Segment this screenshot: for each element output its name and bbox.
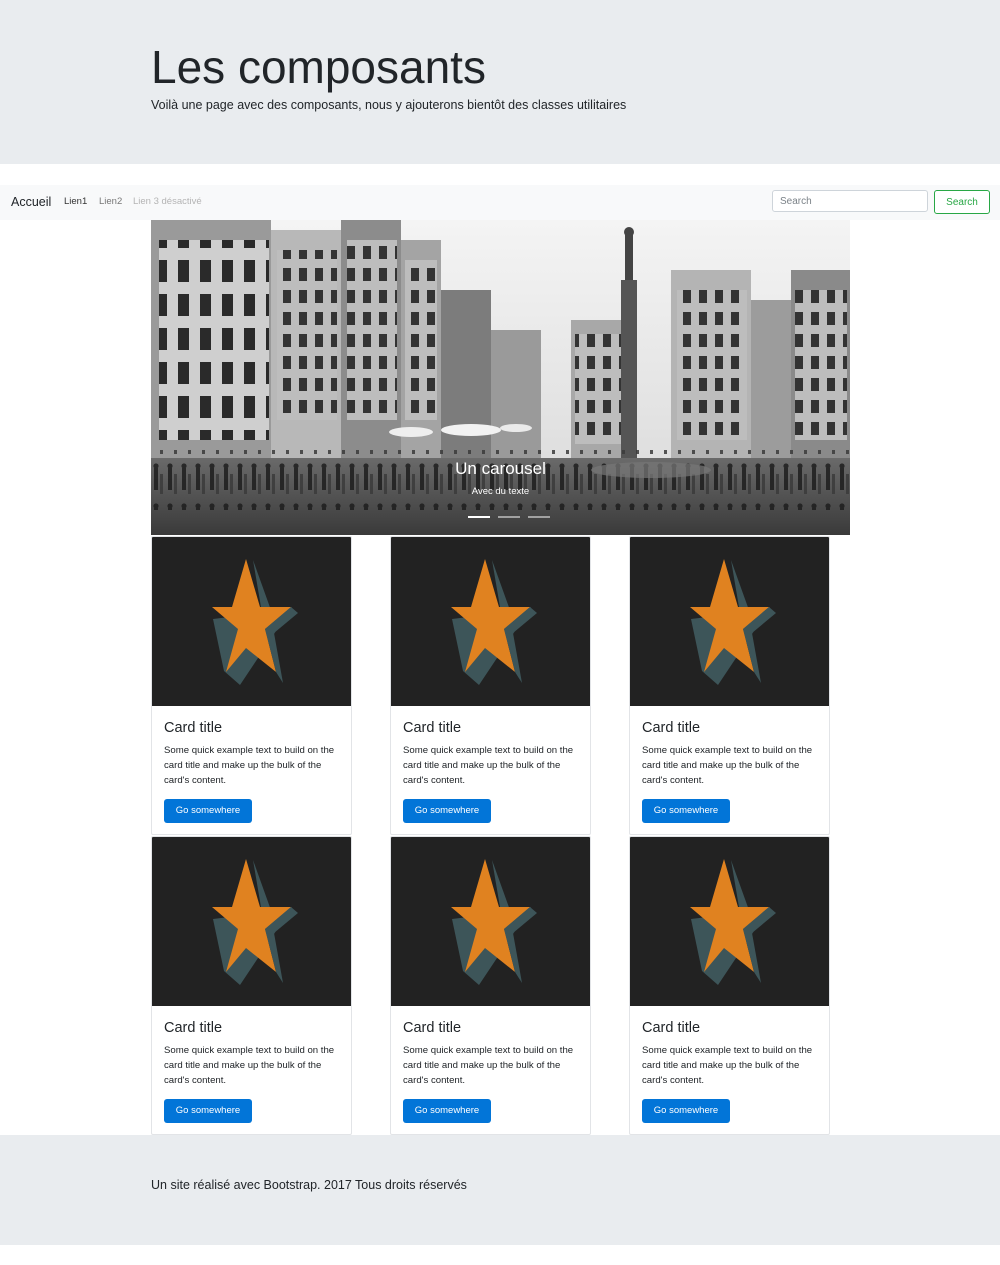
footer: Un site réalisé avec Bootstrap. 2017 Tou… bbox=[0, 1135, 1000, 1245]
carousel-indicator[interactable] bbox=[468, 516, 490, 518]
card-title: Card title bbox=[403, 720, 462, 736]
card-title: Card title bbox=[642, 720, 701, 736]
nav-link-lien2[interactable]: Lien2 bbox=[99, 196, 122, 208]
star-icon bbox=[690, 859, 776, 985]
card-image bbox=[391, 837, 590, 1006]
card-text: Some quick example text to build on the … bbox=[403, 745, 574, 786]
card-text: Some quick example text to build on the … bbox=[164, 745, 335, 786]
card: Card title Some quick example text to bu… bbox=[151, 836, 352, 1135]
card-text: Some quick example text to build on the … bbox=[164, 1045, 335, 1086]
go-somewhere-button[interactable]: Go somewhere bbox=[642, 799, 730, 823]
go-somewhere-button[interactable]: Go somewhere bbox=[642, 1099, 730, 1123]
card-title: Card title bbox=[164, 720, 223, 736]
card-title: Card title bbox=[642, 1020, 701, 1036]
footer-text: Un site réalisé avec Bootstrap. 2017 Tou… bbox=[151, 1178, 467, 1192]
go-somewhere-button[interactable]: Go somewhere bbox=[164, 799, 252, 823]
star-icon bbox=[212, 859, 298, 985]
star-icon bbox=[212, 559, 298, 685]
carousel-indicators bbox=[468, 516, 558, 520]
go-somewhere-button[interactable]: Go somewhere bbox=[403, 799, 491, 823]
card-title: Card title bbox=[403, 1020, 462, 1036]
page-lead: Voilà une page avec des composants, nous… bbox=[151, 98, 627, 112]
card-image bbox=[152, 537, 351, 706]
carousel-indicator[interactable] bbox=[498, 516, 520, 518]
card: Card title Some quick example text to bu… bbox=[390, 536, 591, 835]
card-image bbox=[630, 837, 829, 1006]
navbar-brand[interactable]: Accueil bbox=[11, 194, 51, 210]
jumbotron: Les composants Voilà une page avec des c… bbox=[0, 0, 1000, 164]
carousel-caption-title: Un carousel bbox=[455, 459, 546, 478]
card-image bbox=[152, 837, 351, 1006]
card-title: Card title bbox=[164, 1020, 223, 1036]
go-somewhere-button[interactable]: Go somewhere bbox=[164, 1099, 252, 1123]
card-image bbox=[630, 537, 829, 706]
go-somewhere-button[interactable]: Go somewhere bbox=[403, 1099, 491, 1123]
nav-link-lien1[interactable]: Lien1 bbox=[64, 196, 87, 208]
search-button[interactable]: Search bbox=[934, 190, 990, 214]
carousel-indicator[interactable] bbox=[528, 516, 550, 518]
card: Card title Some quick example text to bu… bbox=[390, 836, 591, 1135]
card-text: Some quick example text to build on the … bbox=[403, 1045, 574, 1086]
navbar: Accueil Lien1 Lien2 Lien 3 désactivé Sea… bbox=[0, 185, 1000, 220]
card-text: Some quick example text to build on the … bbox=[642, 745, 813, 786]
star-icon bbox=[451, 559, 537, 685]
card: Card title Some quick example text to bu… bbox=[151, 536, 352, 835]
card: Card title Some quick example text to bu… bbox=[629, 536, 830, 835]
search-input[interactable] bbox=[772, 190, 928, 212]
card: Card title Some quick example text to bu… bbox=[629, 836, 830, 1135]
carousel-caption-text: Avec du texte bbox=[471, 486, 530, 497]
card-text: Some quick example text to build on the … bbox=[642, 1045, 813, 1086]
nav-link-lien3-disabled: Lien 3 désactivé bbox=[133, 196, 202, 207]
star-icon bbox=[451, 859, 537, 985]
carousel[interactable]: Un carousel Avec du texte bbox=[151, 220, 850, 535]
page-title: Les composants bbox=[151, 41, 486, 93]
card-image bbox=[391, 537, 590, 706]
star-icon bbox=[690, 559, 776, 685]
